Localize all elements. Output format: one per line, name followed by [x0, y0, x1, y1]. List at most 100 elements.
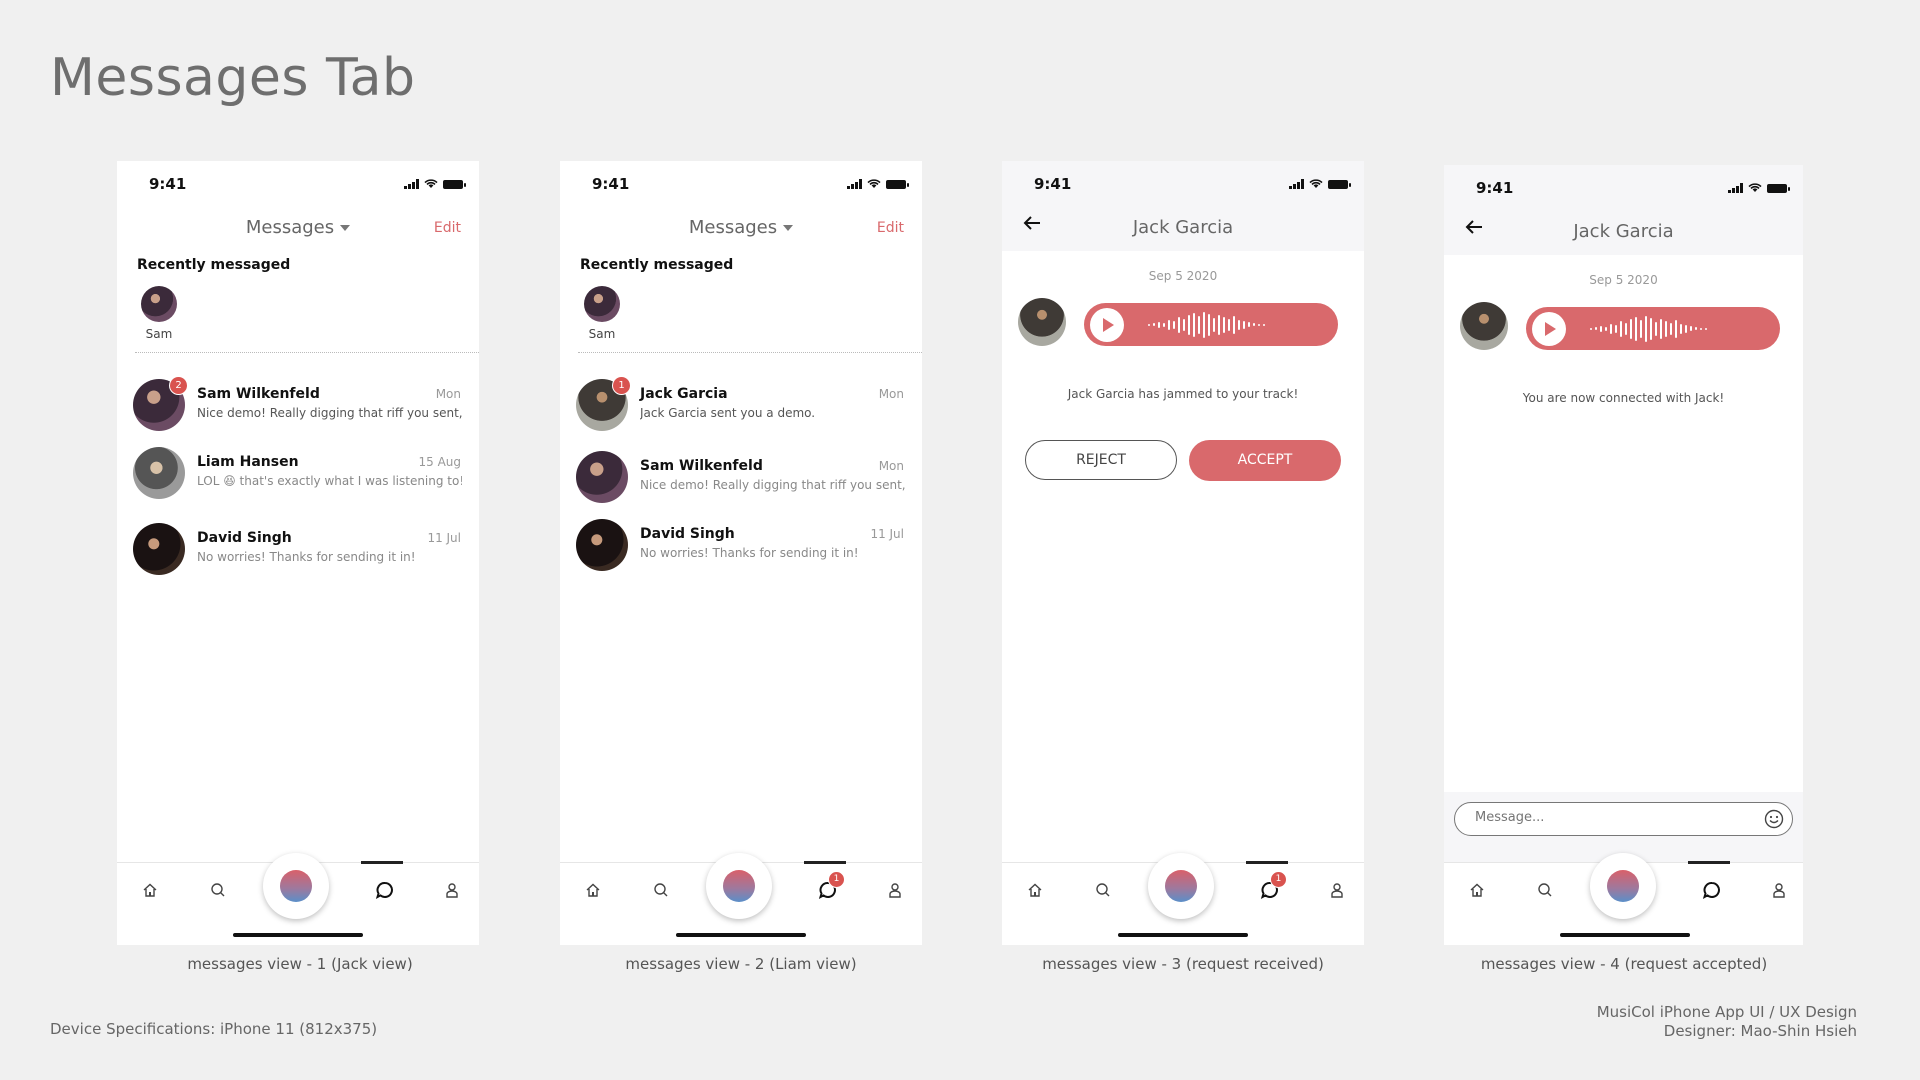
chat-date: Sep 5 2020	[1148, 269, 1218, 283]
play-icon[interactable]	[1532, 311, 1566, 346]
search-icon[interactable]	[207, 879, 229, 901]
wifi-icon	[1748, 183, 1762, 193]
edit-button[interactable]: Edit	[877, 220, 904, 236]
search-icon[interactable]	[1534, 879, 1556, 901]
profile-icon[interactable]	[884, 879, 906, 901]
voice-message[interactable]	[1526, 307, 1780, 350]
signal-icon	[1289, 179, 1304, 189]
profile-icon[interactable]	[1326, 879, 1348, 901]
tab-bar	[117, 853, 479, 945]
screen-caption: messages view - 4 (request accepted)	[1480, 955, 1768, 973]
record-button[interactable]	[263, 853, 329, 919]
avatar	[576, 519, 628, 571]
profile-icon[interactable]	[1768, 879, 1790, 901]
sender-avatar	[1018, 298, 1066, 346]
conversation-row[interactable]: David Singh 11 Jul No worries! Thanks fo…	[576, 519, 904, 575]
messages-dropdown[interactable]: Messages	[117, 217, 479, 238]
messages-header: Messages Edit	[560, 211, 922, 251]
sender-avatar	[1460, 302, 1508, 350]
recent-avatar[interactable]	[141, 286, 177, 322]
divider	[578, 352, 922, 353]
system-note: You are now connected with Jack!	[1522, 391, 1725, 405]
recent-avatar[interactable]	[584, 286, 620, 322]
record-button[interactable]	[1590, 853, 1656, 919]
chat-bubble-icon[interactable]	[374, 879, 396, 901]
active-tab-indicator	[361, 861, 403, 864]
wifi-icon	[424, 179, 438, 189]
status-time: 9:41	[149, 175, 187, 193]
screen-caption: messages view - 2 (Liam view)	[625, 955, 857, 973]
record-button[interactable]	[706, 853, 772, 919]
conversation-row[interactable]: 1 Jack Garcia Mon Jack Garcia sent you a…	[576, 376, 904, 435]
waveform	[1148, 310, 1265, 340]
home-indicator	[1560, 933, 1690, 937]
caret-down-icon	[340, 225, 351, 231]
status-bar: 9:41	[1444, 179, 1803, 199]
screen-caption: messages view - 1 (Jack view)	[187, 955, 413, 973]
message-preview: LOL 😆 that's exactly what I was listenin…	[197, 474, 462, 488]
battery-icon	[886, 179, 909, 189]
emoji-icon[interactable]	[1764, 809, 1784, 833]
message-input-box[interactable]	[1454, 802, 1793, 836]
status-icons	[1289, 179, 1351, 189]
message-input[interactable]	[1473, 809, 1747, 826]
home-indicator	[233, 933, 363, 937]
home-icon[interactable]	[582, 879, 604, 901]
tab-bar: 1	[1002, 853, 1364, 945]
record-button[interactable]	[1148, 853, 1214, 919]
search-icon[interactable]	[650, 879, 672, 901]
conversation-row[interactable]: Sam Wilkenfeld Mon Nice demo! Really dig…	[576, 451, 905, 507]
header-title: Messages	[245, 217, 335, 238]
accept-button[interactable]: ACCEPT	[1189, 440, 1341, 481]
chat-bubble-icon[interactable]	[1701, 879, 1723, 901]
play-icon[interactable]	[1090, 307, 1124, 342]
chat-bubble-icon[interactable]: 1	[817, 871, 845, 901]
active-tab-indicator	[804, 861, 846, 864]
tab-unread-badge: 1	[828, 871, 845, 888]
message-compose-bar	[1444, 792, 1803, 862]
message-preview: Jack Garcia sent you a demo.	[640, 406, 816, 420]
message-preview: Nice demo! Really digging that riff you …	[640, 478, 905, 492]
phone-screen-4: Jack Garcia 9:41 Sep 5 2020 You are now …	[1444, 165, 1803, 945]
voice-message[interactable]	[1084, 303, 1338, 346]
recent-name: Sam	[588, 327, 616, 341]
designer-credit: Designer: Mao-Shin Hsieh	[1663, 1022, 1857, 1040]
home-icon[interactable]	[1024, 879, 1046, 901]
signal-icon	[404, 179, 419, 189]
signal-icon	[1728, 183, 1743, 193]
home-icon[interactable]	[139, 879, 161, 901]
chat-bubble-icon[interactable]: 1	[1259, 871, 1287, 901]
page-title: Messages Tab	[50, 48, 416, 108]
phone-screen-1: 9:41 Messages Edit Recently messaged Sam…	[117, 161, 479, 945]
signal-icon	[847, 179, 862, 189]
tab-bar: 1	[560, 853, 922, 945]
battery-icon	[1328, 179, 1351, 189]
conversation-row[interactable]: David Singh 11 Jul No worries! Thanks fo…	[133, 523, 461, 579]
reject-button[interactable]: REJECT	[1025, 440, 1177, 480]
home-icon[interactable]	[1466, 879, 1488, 901]
conversation-row[interactable]: Liam Hansen 15 Aug LOL 😆 that's exactly …	[133, 447, 462, 503]
contact-name: Jack Garcia	[640, 386, 728, 402]
status-time: 9:41	[592, 175, 630, 193]
message-date: Mon	[878, 387, 904, 401]
tab-unread-badge: 1	[1270, 871, 1287, 888]
avatar	[133, 447, 185, 499]
message-preview: Nice demo! Really digging that riff you …	[197, 406, 462, 420]
recent-name: Sam	[145, 327, 173, 341]
messages-header: Messages Edit	[117, 211, 479, 251]
recently-messaged-label: Recently messaged	[137, 257, 291, 273]
divider	[135, 352, 479, 353]
status-bar: 9:41	[117, 175, 479, 195]
edit-button[interactable]: Edit	[434, 220, 461, 236]
search-icon[interactable]	[1092, 879, 1114, 901]
status-icons	[404, 179, 466, 189]
conversation-row[interactable]: 2 Sam Wilkenfeld Mon Nice demo! Really d…	[133, 376, 462, 435]
status-time: 9:41	[1476, 179, 1514, 197]
message-date: 15 Aug	[418, 455, 461, 469]
message-preview: No worries! Thanks for sending it in!	[640, 546, 859, 560]
system-note: Jack Garcia has jammed to your track!	[1067, 387, 1299, 401]
credits: MusiCol iPhone App UI / UX Design Design…	[1597, 1003, 1857, 1041]
messages-dropdown[interactable]: Messages	[560, 217, 922, 238]
contact-name: David Singh	[640, 526, 735, 542]
profile-icon[interactable]	[441, 879, 463, 901]
